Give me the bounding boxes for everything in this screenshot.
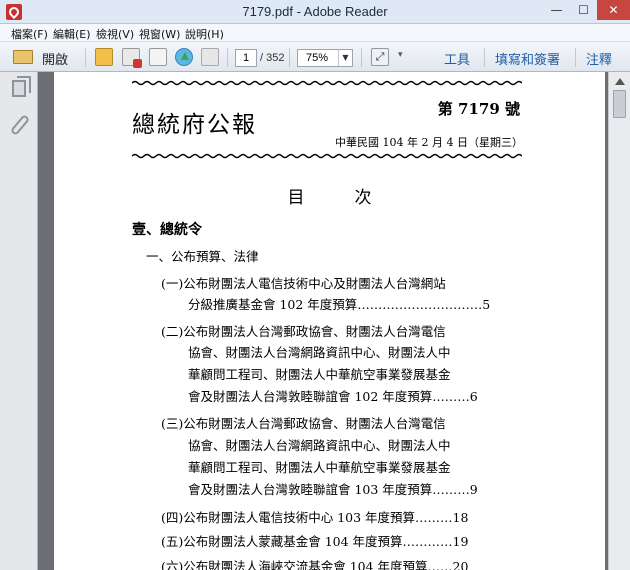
wavy-rule-bottom xyxy=(132,153,522,159)
scroll-up-icon[interactable] xyxy=(615,78,625,85)
folder-open-icon[interactable] xyxy=(13,50,33,64)
email-gear-icon[interactable] xyxy=(95,48,113,66)
menu-file[interactable]: 檔案(F) xyxy=(11,26,48,42)
title-bar: 7179.pdf - Adobe Reader — ☐ ✕ xyxy=(0,0,630,24)
issue-date: 中華民國 104 年 2 月 4 日（星期三） xyxy=(335,136,523,149)
toc-heading: 目次 xyxy=(287,188,422,208)
issue-number: 第 7179 號 xyxy=(437,100,520,118)
menu-bar: 檔案(F) 編輯(E) 檢視(V) 視窗(W) 說明(H) xyxy=(0,24,630,42)
fit-width-icon[interactable]: ⤢ xyxy=(371,48,389,66)
window-title: 7179.pdf - Adobe Reader xyxy=(242,4,388,19)
toolbar-divider xyxy=(85,48,86,67)
toc-entry: (六)公布財團法人海峽交流基金會 104 年度預算……20 xyxy=(161,559,469,570)
wavy-rule-top xyxy=(132,80,522,86)
toolbar: 開啟 1 / 352 75% ▼ ⤢ ▾ 工具 填寫和簽署 注釋 xyxy=(0,42,630,72)
toolbar-divider xyxy=(289,48,290,67)
pages-icon[interactable] xyxy=(12,76,31,97)
toc-entry: (二)公布財團法人台灣郵政協會、財團法人台灣電信 xyxy=(161,324,446,339)
chevron-down-icon[interactable]: ▼ xyxy=(338,50,352,66)
maximize-button[interactable]: ☐ xyxy=(570,0,597,20)
toc-entry: 分級推廣基金會 102 年度預算…………………………5 xyxy=(188,297,491,312)
zoom-value: 75% xyxy=(306,52,329,64)
page-total: / 352 xyxy=(260,52,285,64)
toc-entry: 協會、財團法人台灣網路資訊中心、財團法人中 xyxy=(188,438,451,453)
tools-button[interactable]: 工具 xyxy=(444,49,470,68)
scroll-thumb[interactable] xyxy=(613,90,626,118)
toc-entry: 會及財團法人台灣敦睦聯誼會 103 年度預算………9 xyxy=(188,482,478,497)
toolbar-divider xyxy=(227,48,228,67)
toc-entry: (一)公布財團法人電信技術中心及財團法人台灣網站 xyxy=(161,276,446,291)
create-pdf-icon[interactable] xyxy=(122,48,142,68)
toc-entry: 華顧問工程司、財團法人中華航空事業發展基金 xyxy=(188,460,451,475)
document-viewport[interactable]: 總統府公報 第 7179 號 中華民國 104 年 2 月 4 日（星期三） 目… xyxy=(38,72,608,570)
zoom-select[interactable]: 75% ▼ xyxy=(297,49,353,67)
close-button[interactable]: ✕ xyxy=(597,0,630,20)
toolbar-divider xyxy=(575,48,576,67)
menu-help[interactable]: 說明(H) xyxy=(185,26,224,42)
minimize-button[interactable]: — xyxy=(543,0,570,20)
edit-document-icon[interactable] xyxy=(149,48,167,66)
toc-entry: (三)公布財團法人台灣郵政協會、財團法人台灣電信 xyxy=(161,416,446,431)
navigation-panel xyxy=(0,72,38,570)
page-number-input[interactable]: 1 xyxy=(235,49,257,67)
open-button[interactable]: 開啟 xyxy=(42,49,68,68)
subsection-title: 一、公布預算、法律 xyxy=(146,249,259,264)
toc-entry: (五)公布財團法人蒙藏基金會 104 年度預算…………19 xyxy=(161,534,469,549)
toc-entry: 會及財團法人台灣敦睦聯誼會 102 年度預算………6 xyxy=(188,389,478,404)
vertical-scrollbar[interactable] xyxy=(608,72,630,570)
menu-edit[interactable]: 編輯(E) xyxy=(53,26,91,42)
toc-entry: 協會、財團法人台灣網路資訊中心、財團法人中 xyxy=(188,345,451,360)
toolbar-divider xyxy=(484,48,485,67)
toc-entry: (四)公布財團法人電信技術中心 103 年度預算………18 xyxy=(161,510,469,525)
cloud-upload-icon[interactable] xyxy=(175,48,193,66)
save-disk-icon[interactable] xyxy=(201,48,219,66)
paperclip-icon[interactable] xyxy=(9,114,31,136)
menu-view[interactable]: 檢視(V) xyxy=(96,26,134,42)
fill-sign-button[interactable]: 填寫和簽署 xyxy=(495,49,560,68)
toc-entry: 華顧問工程司、財團法人中華航空事業發展基金 xyxy=(188,367,451,382)
pdf-page: 總統府公報 第 7179 號 中華民國 104 年 2 月 4 日（星期三） 目… xyxy=(54,72,605,570)
section-title: 壹、總統令 xyxy=(132,222,202,238)
toolbar-divider xyxy=(361,48,362,67)
gazette-title: 總統府公報 xyxy=(132,112,257,138)
comment-button[interactable]: 注釋 xyxy=(586,49,612,68)
menu-window[interactable]: 視窗(W) xyxy=(139,26,180,42)
chevron-down-icon[interactable]: ▾ xyxy=(398,50,403,60)
